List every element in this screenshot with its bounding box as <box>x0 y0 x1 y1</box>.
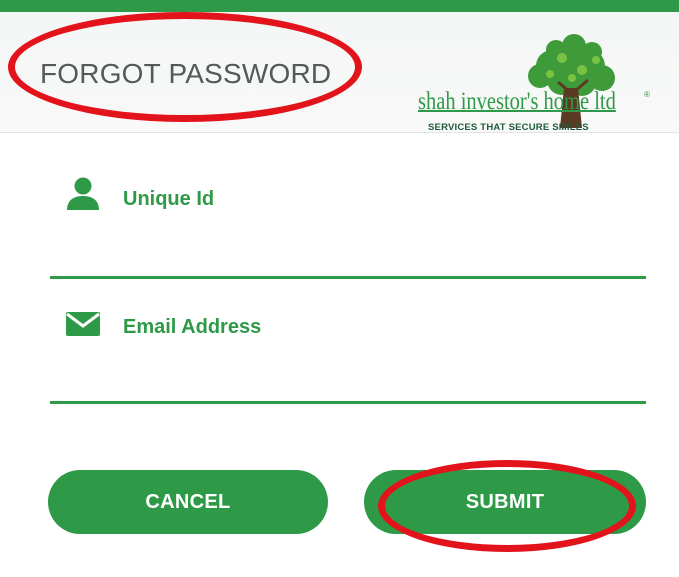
cancel-button[interactable]: CANCEL <box>48 470 328 534</box>
company-logo: shah investor's home ltd ® SERVICES THAT… <box>412 30 662 142</box>
unique-id-label: Unique Id <box>123 188 215 210</box>
logo-tagline: SERVICES THAT SECURE SMILES <box>428 122 589 133</box>
unique-id-input[interactable] <box>50 234 646 276</box>
dialog-header: FORGOT PASSWORD shah investor's home ltd… <box>0 12 679 133</box>
envelope-icon <box>66 312 100 336</box>
page-title: FORGOT PASSWORD <box>40 58 332 89</box>
email-underline <box>50 401 646 404</box>
email-label: Email Address <box>123 316 262 338</box>
email-input[interactable] <box>50 362 646 404</box>
email-field[interactable]: Email Address <box>50 292 646 404</box>
registered-mark: ® <box>644 90 650 99</box>
top-accent-bar <box>0 0 679 12</box>
user-icon <box>67 177 99 210</box>
unique-id-underline <box>50 276 646 279</box>
logo-name: shah investor's home ltd <box>418 88 616 115</box>
unique-id-field[interactable]: Unique Id <box>50 160 646 280</box>
forgot-password-dialog: FORGOT PASSWORD shah investor's home ltd… <box>0 0 679 577</box>
submit-button[interactable]: SUBMIT <box>364 470 646 534</box>
